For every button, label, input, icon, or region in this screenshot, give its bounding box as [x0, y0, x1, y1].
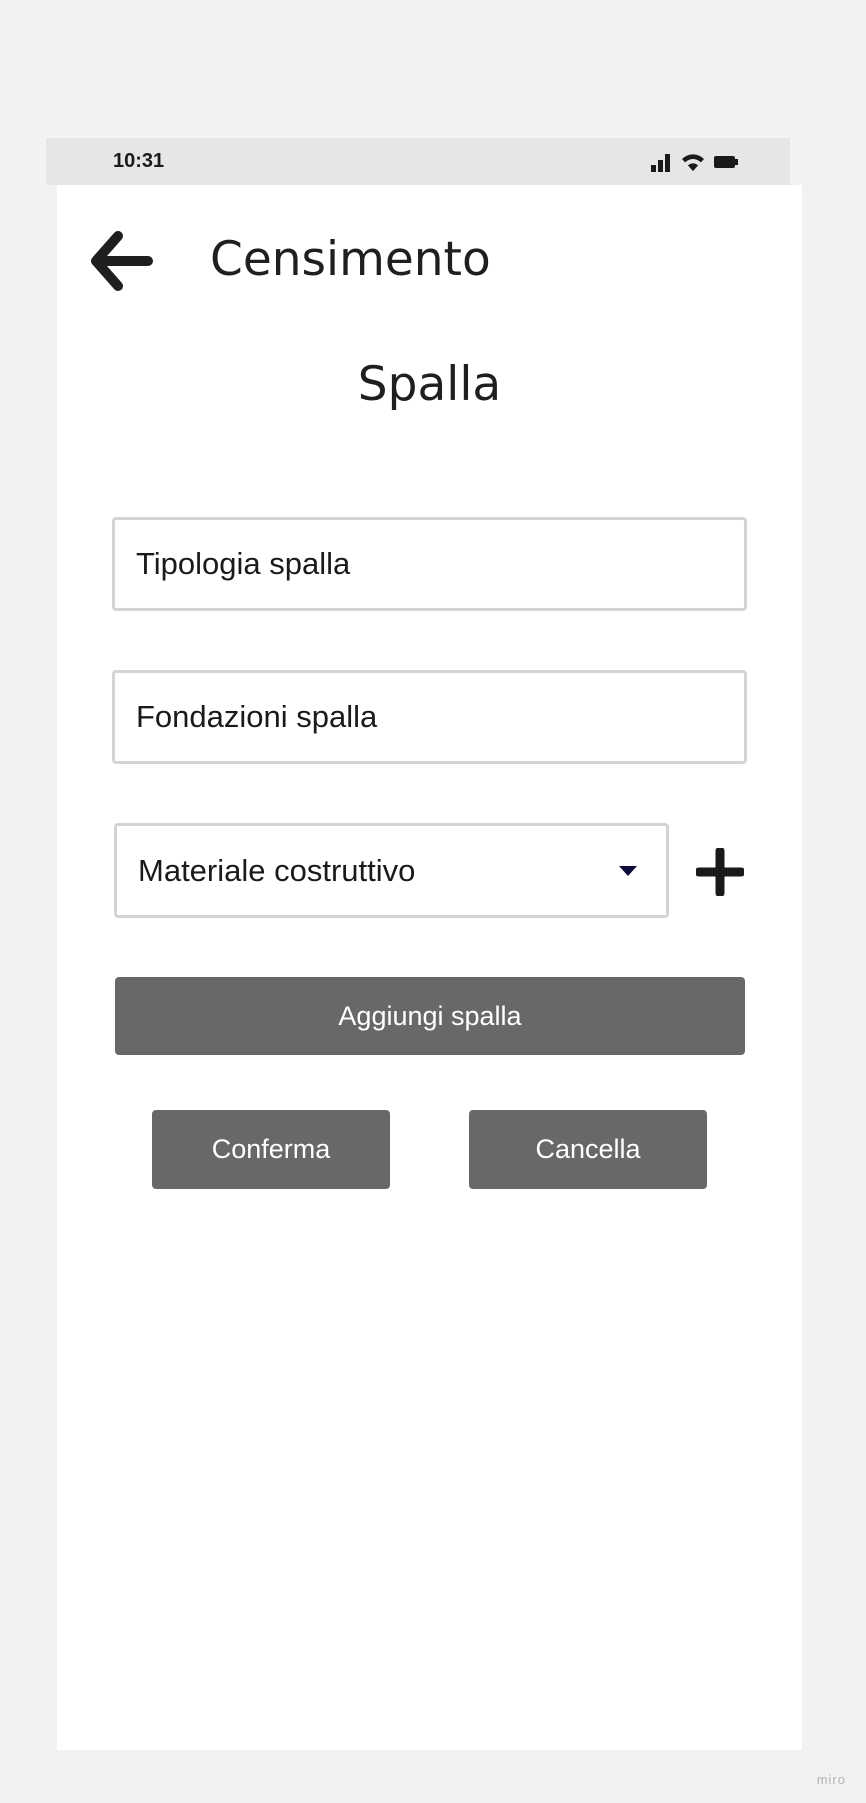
materiale-costruttivo-value: Materiale costruttivo	[138, 852, 416, 888]
add-spalla-button[interactable]: Aggiungi spalla	[115, 977, 745, 1055]
caret-down-icon	[619, 866, 637, 876]
confirm-button[interactable]: Conferma	[152, 1110, 390, 1189]
battery-icon	[714, 156, 738, 168]
fondazioni-spalla-placeholder: Fondazioni spalla	[136, 699, 378, 734]
miro-watermark: miro	[816, 1772, 846, 1787]
section-title: Spalla	[357, 357, 502, 412]
status-bar: 10:31	[46, 138, 790, 185]
back-button[interactable]	[88, 228, 156, 294]
tipologia-spalla-field[interactable]: Tipologia spalla	[112, 517, 747, 611]
tipologia-spalla-placeholder: Tipologia spalla	[136, 546, 351, 581]
app-screen: Censimento Spalla Tipologia spalla Fonda…	[57, 185, 802, 1750]
add-material-button[interactable]	[694, 846, 746, 898]
status-time: 10:31	[113, 150, 165, 172]
materiale-costruttivo-select[interactable]: Materiale costruttivo	[114, 823, 669, 918]
arrow-left-icon	[91, 231, 153, 291]
cancel-button[interactable]: Cancella	[469, 1110, 707, 1189]
cellular-signal-icon	[651, 154, 670, 172]
status-icons	[650, 150, 746, 174]
page-title: Censimento	[210, 232, 491, 287]
fondazioni-spalla-field[interactable]: Fondazioni spalla	[112, 670, 747, 764]
plus-icon	[694, 846, 746, 898]
wifi-icon	[682, 154, 704, 171]
